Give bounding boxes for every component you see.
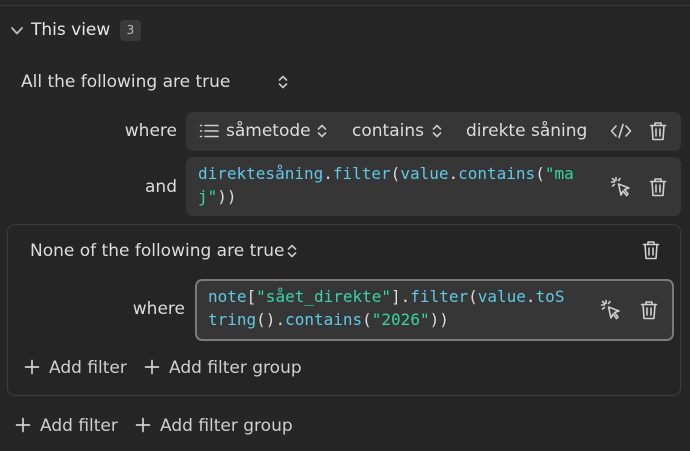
code-token: toS	[535, 287, 565, 306]
chevron-updown-icon[interactable]	[431, 123, 443, 139]
code-token: note	[208, 287, 247, 306]
code-token: filter	[332, 164, 391, 183]
code-token: .	[525, 287, 536, 306]
code-token: (	[390, 164, 401, 183]
operator-select[interactable]: contains	[352, 119, 424, 143]
trash-icon[interactable]	[649, 177, 667, 197]
trash-icon[interactable]	[640, 300, 658, 320]
trash-icon[interactable]	[649, 121, 667, 141]
chevron-updown-icon[interactable]	[316, 123, 328, 139]
plus-icon	[24, 359, 40, 375]
plus-icon	[15, 417, 31, 433]
code-token: "ma	[544, 164, 574, 183]
property-select[interactable]: såmetode	[226, 119, 311, 143]
nested-add-filter-group-button[interactable]: Add filter group	[144, 356, 302, 380]
code-token: direktesåning	[198, 164, 324, 183]
add-filter-group-label: Add filter group	[160, 416, 293, 436]
code-token: (	[535, 164, 545, 183]
code-token: .	[448, 164, 459, 183]
add-filter-button[interactable]: Add filter	[15, 414, 118, 438]
filter-keyword-and: and	[145, 177, 177, 197]
code-token: contains	[285, 310, 363, 329]
filter-count-badge: 3	[120, 20, 141, 41]
trash-icon[interactable]	[642, 240, 660, 260]
code-token: ].	[391, 287, 411, 306]
code-token: ))	[429, 310, 449, 329]
add-filter-group-button[interactable]: Add filter group	[135, 414, 293, 438]
code-token: contains	[458, 164, 536, 183]
code-token: (	[468, 287, 478, 306]
group-mode-select[interactable]: All the following are true	[21, 70, 230, 94]
add-filter-group-label: Add filter group	[169, 358, 302, 378]
code-token: ().	[256, 310, 286, 329]
code-icon[interactable]	[610, 122, 632, 140]
filter-value-input[interactable]: direkte såning	[466, 119, 587, 143]
formula-line-1[interactable]: direktesåning.filter(value.contains("ma	[198, 163, 574, 185]
code-token: (	[362, 310, 372, 329]
add-filter-label: Add filter	[49, 358, 127, 378]
code-token: j"	[198, 187, 218, 206]
code-token: filter	[410, 287, 469, 306]
formula-line-2[interactable]: j"))	[198, 186, 237, 208]
formula-line-2[interactable]: tring().contains("2026"))	[208, 309, 449, 331]
code-token: [	[246, 287, 257, 306]
plus-icon	[144, 359, 160, 375]
filter-keyword-where: where	[132, 299, 185, 319]
chevron-down-icon[interactable]	[10, 24, 24, 38]
code-token: "sået_direkte"	[256, 287, 392, 306]
code-token: .	[323, 164, 333, 183]
cursor-click-icon[interactable]	[610, 176, 632, 198]
filter-keyword-where: where	[124, 121, 177, 141]
code-token: value	[477, 287, 526, 306]
top-divider	[0, 5, 690, 6]
add-filter-label: Add filter	[40, 416, 118, 436]
formula-line-1[interactable]: note["sået_direkte"].filter(value.toS	[208, 286, 564, 308]
code-token: value	[400, 164, 449, 183]
code-token: tring	[208, 310, 257, 329]
cursor-click-icon[interactable]	[600, 299, 622, 321]
plus-icon	[135, 417, 151, 433]
chevron-updown-icon[interactable]	[277, 74, 289, 90]
chevron-updown-icon[interactable]	[286, 243, 298, 259]
code-token: ))	[217, 187, 237, 206]
nested-add-filter-button[interactable]: Add filter	[24, 356, 127, 380]
code-token: "2026"	[371, 310, 430, 329]
list-icon	[199, 124, 219, 138]
group-mode-select[interactable]: None of the following are true	[30, 239, 284, 263]
view-title[interactable]: This view	[31, 18, 110, 42]
